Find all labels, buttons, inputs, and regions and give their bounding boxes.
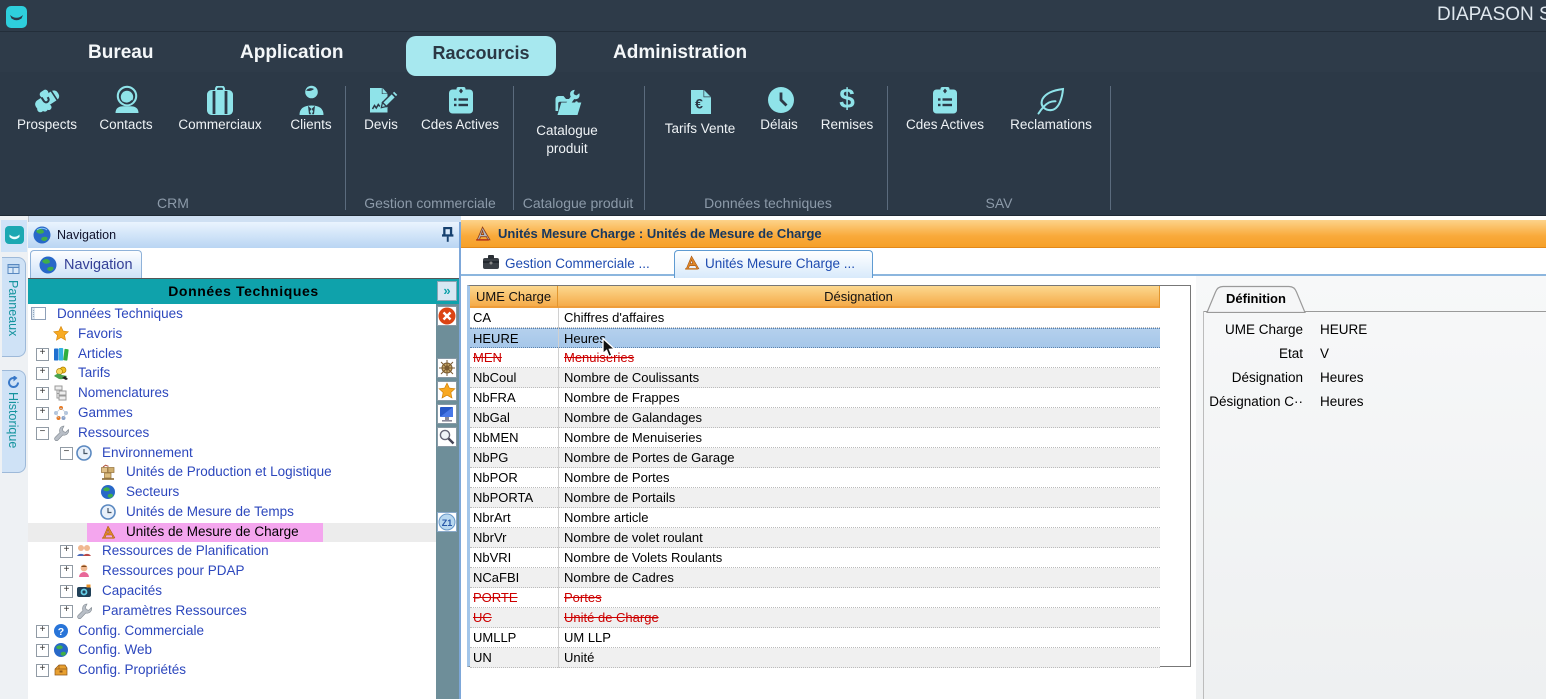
svg-text:€: € — [695, 96, 703, 112]
svg-text:?: ? — [58, 626, 64, 638]
svg-text:Z1: Z1 — [442, 518, 453, 528]
